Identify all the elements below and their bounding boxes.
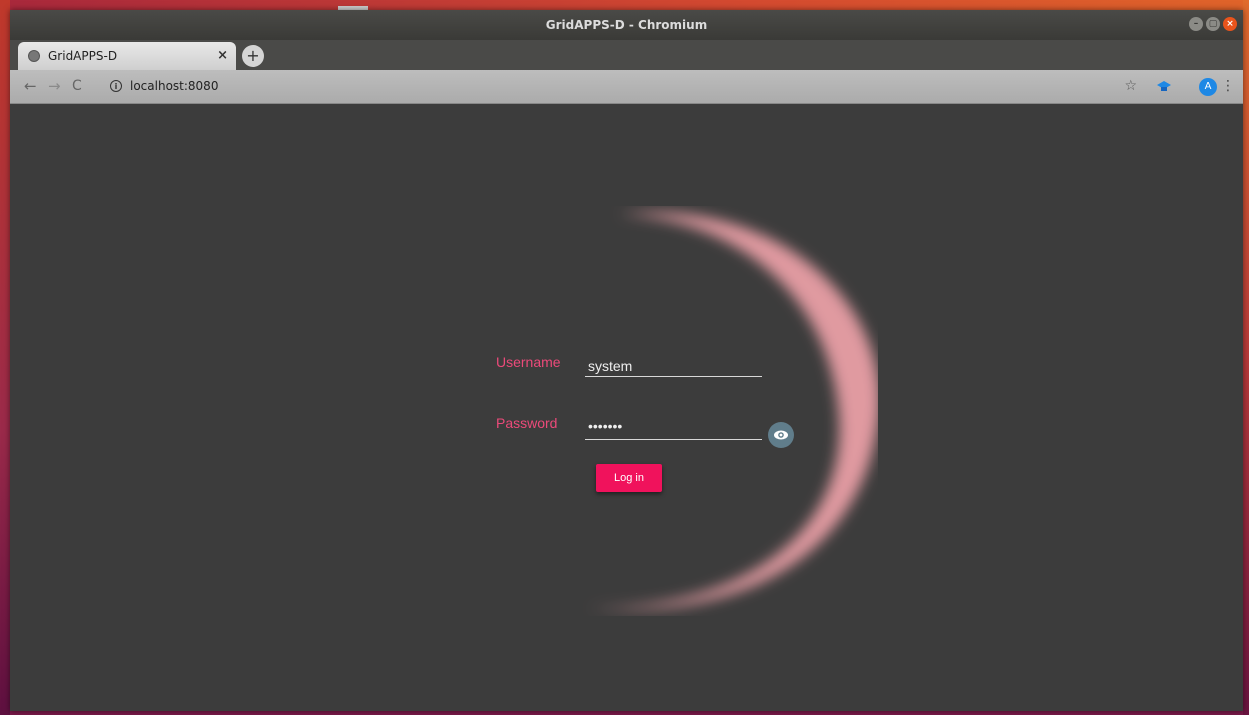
- close-icon[interactable]: ×: [1223, 17, 1237, 31]
- browser-menu-icon[interactable]: ⋮: [1221, 70, 1235, 103]
- password-value: •••••••: [588, 418, 623, 434]
- page-content: Username system Password ••••••• Log in: [10, 104, 1243, 711]
- username-label: Username: [496, 354, 561, 370]
- forward-button[interactable]: →: [48, 70, 61, 103]
- bookmark-star-icon[interactable]: ☆: [1124, 70, 1137, 103]
- window-titlebar: GridAPPS-D - Chromium – ▢ ×: [10, 10, 1243, 40]
- crescent-glow: [588, 212, 878, 610]
- browser-toolbar: ← → C i localhost:8080 ☆ A ⋮: [10, 70, 1243, 104]
- tab-gridapps-d[interactable]: GridAPPS-D ×: [18, 42, 236, 70]
- browser-window: GridAPPS-D - Chromium – ▢ × GridAPPS-D ×…: [10, 10, 1243, 711]
- address-bar[interactable]: localhost:8080: [130, 70, 218, 103]
- desktop-background-left: [0, 0, 10, 715]
- desktop-background-right: [1243, 0, 1249, 715]
- eye-icon: [774, 430, 788, 440]
- graduation-cap-icon[interactable]: [1157, 80, 1171, 92]
- window-title: GridAPPS-D - Chromium: [545, 18, 708, 32]
- tab-title: GridAPPS-D: [48, 49, 118, 63]
- profile-avatar[interactable]: A: [1199, 78, 1217, 96]
- login-button[interactable]: Log in: [596, 464, 662, 492]
- back-button[interactable]: ←: [24, 70, 37, 103]
- toggle-password-visibility-button[interactable]: [768, 422, 794, 448]
- desktop-background-top: [0, 0, 1249, 10]
- window-controls: – ▢ ×: [1189, 17, 1237, 31]
- tab-close-button[interactable]: ×: [217, 42, 228, 70]
- site-info-icon[interactable]: i: [110, 80, 122, 92]
- globe-icon: [28, 50, 40, 62]
- password-label: Password: [496, 415, 558, 431]
- reload-button[interactable]: C: [72, 70, 82, 103]
- minimize-icon[interactable]: –: [1189, 17, 1203, 31]
- tab-strip: GridAPPS-D × +: [10, 40, 1243, 70]
- username-field[interactable]: system: [585, 354, 762, 377]
- password-field[interactable]: •••••••: [585, 417, 762, 440]
- username-value: system: [588, 358, 633, 374]
- maximize-icon[interactable]: ▢: [1206, 17, 1220, 31]
- new-tab-button[interactable]: +: [242, 45, 264, 67]
